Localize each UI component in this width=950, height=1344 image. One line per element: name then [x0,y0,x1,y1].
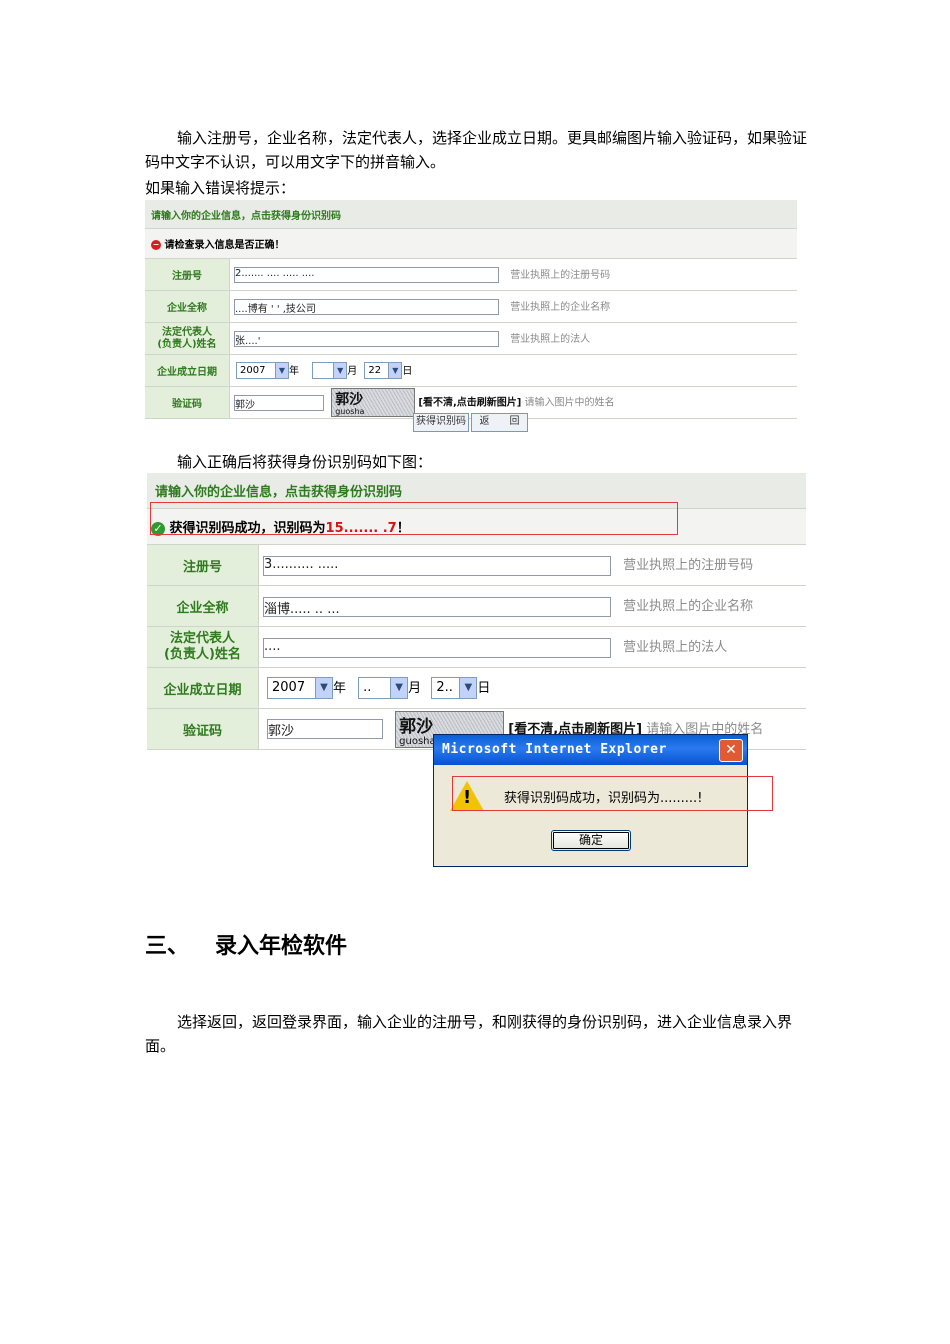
reg-input[interactable]: 3.......... ..... [263,555,611,576]
chevron-down-icon: ▼ [275,363,288,379]
reg-label: 注册号 [145,258,230,291]
captcha-image[interactable]: 郭沙 guosha [331,388,416,417]
code-label: 验证码 [145,386,230,419]
day-select[interactable]: 22 ▼ [364,362,403,380]
year-select[interactable]: 2007 ▼ [236,362,289,380]
error-icon: − [151,240,161,250]
intro-paragraph: 输入注册号，企业名称，法定代表人，选择企业成立日期。更具邮编图片输入验证码，如果… [145,129,808,171]
error-message: − 请检查录入信息是否正确！ [145,228,797,259]
rep-hint: 营业执照上的法人 [510,334,591,345]
chevron-down-icon: ▼ [315,678,332,699]
month-select[interactable]: .. ▼ [358,677,409,700]
name-hint: 营业执照上的企业名称 [623,599,754,615]
rep-label: 法定代表人 (负责人)姓名 [147,626,259,668]
section-heading: 三、 录入年检软件 [145,934,348,959]
date-label: 企业成立日期 [145,354,230,387]
back-button[interactable]: 返 回 [471,413,528,432]
chevron-down-icon: ▼ [390,678,408,699]
ok-button[interactable]: 确定 [551,830,631,851]
day-select[interactable]: 2.. ▼ [431,677,478,700]
month-select[interactable]: ▼ [312,362,348,380]
year-select[interactable]: 2007 ▼ [267,677,333,700]
name-hint: 营业执照上的企业名称 [510,302,611,313]
highlight-box-dialog [452,776,773,811]
reg-input[interactable]: 2....... .... ..... .... [234,267,499,283]
close-icon[interactable]: ✕ [719,739,743,762]
date-label: 企业成立日期 [147,667,259,709]
reg-label: 注册号 [147,544,259,586]
rep-label: 法定代表人 (负责人)姓名 [145,322,230,355]
get-code-button[interactable]: 获得识别码 [413,413,469,432]
captcha-input[interactable]: 郭沙 [267,719,383,739]
legal-rep-input[interactable]: 张....' [234,331,499,347]
code-hint: 请输入图片中的姓名 [524,397,615,409]
chevron-down-icon: ▼ [333,363,347,379]
dialog-title: Microsoft Internet Explorer [434,735,747,765]
rep-hint: 营业执照上的法人 [623,640,728,656]
intro-error-note: 如果输入错误将提示： [145,179,296,197]
success-note: 输入正确后将获得身份识别码如下图： [177,453,433,471]
outro-paragraph: 选择返回，返回登录界面，输入企业的注册号，和刚获得的身份识别码，进入企业信息录入… [145,1013,793,1055]
company-name-input[interactable]: ....博有 ' ' ,技公司 [234,299,499,315]
chevron-down-icon: ▼ [459,678,477,699]
name-label: 企业全称 [147,585,259,627]
refresh-captcha-link[interactable]: [看不清,点击刷新图片] [418,398,521,409]
highlight-box-message [150,502,678,535]
code-label: 验证码 [147,708,259,750]
error-form-screenshot: 请输入你的企业信息，点击获得身份识别码 − 请检查录入信息是否正确！ 注册号 2… [145,200,797,419]
captcha-input[interactable]: 郭沙 [234,394,324,411]
form-header: 请输入你的企业信息，点击获得身份识别码 [145,200,797,229]
reg-hint: 营业执照上的注册号码 [510,270,611,281]
name-label: 企业全称 [145,290,230,323]
legal-rep-input[interactable]: .... [263,637,611,658]
chevron-down-icon: ▼ [388,363,402,379]
reg-hint: 营业执照上的注册号码 [623,558,754,574]
company-name-input[interactable]: 淄博..... .. ... [263,596,611,617]
